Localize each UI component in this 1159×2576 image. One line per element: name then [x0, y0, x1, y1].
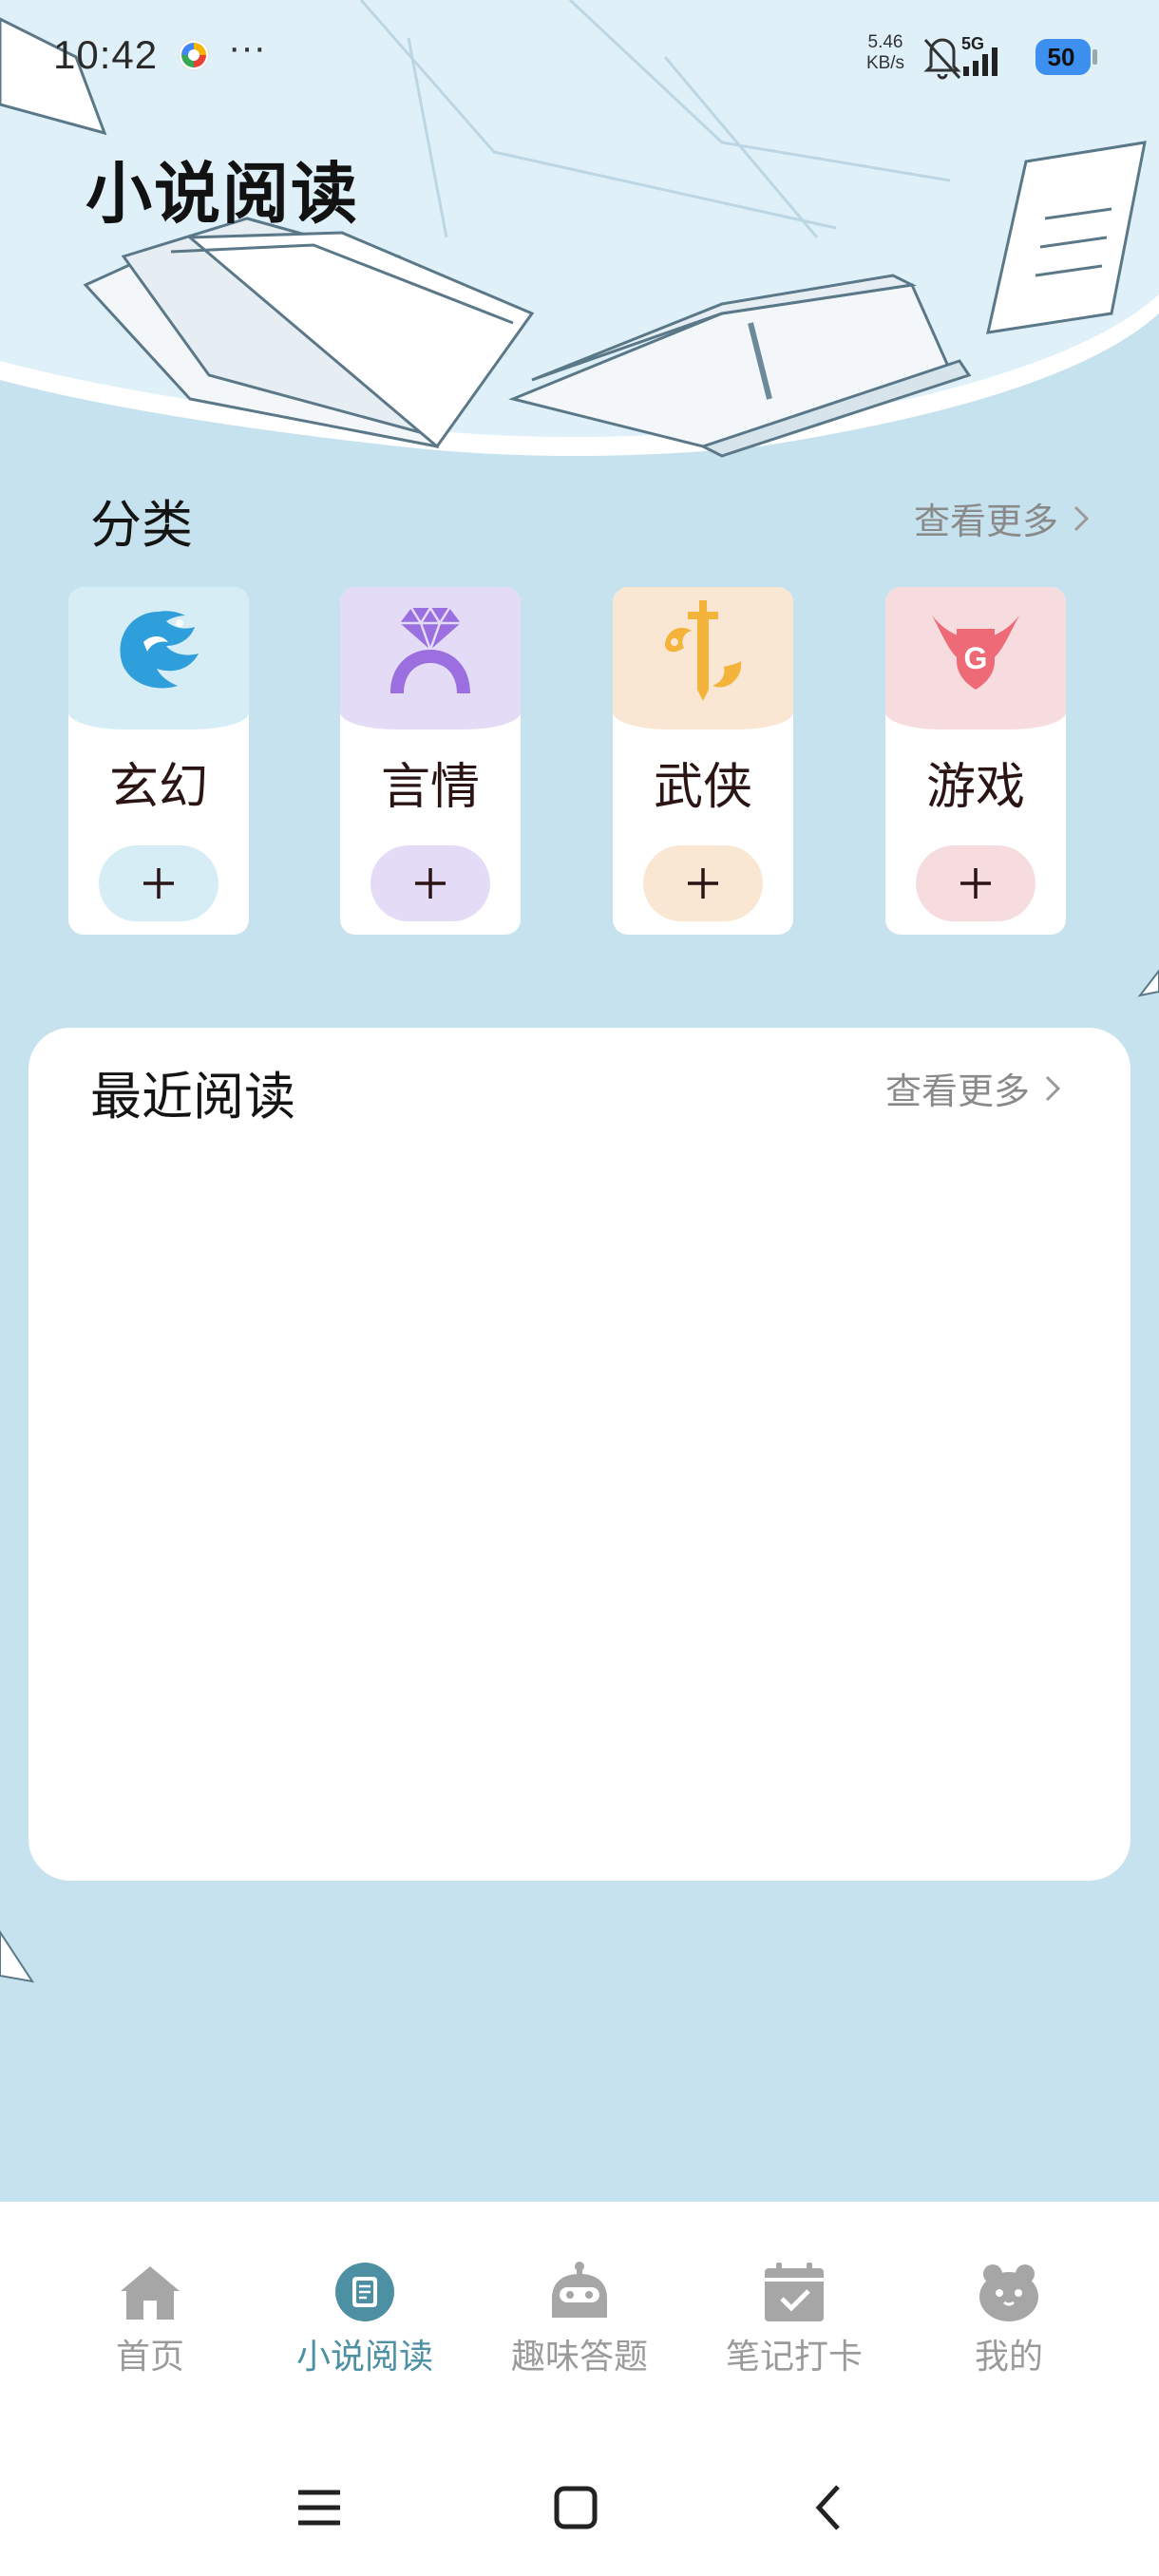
- nav-item-novel-reading[interactable]: 小说阅读: [270, 2261, 460, 2394]
- nav-label: 笔记打卡: [725, 2338, 863, 2377]
- home-icon: [121, 2266, 180, 2320]
- nav-label: 首页: [115, 2338, 184, 2377]
- signal-type-label: 5G: [961, 34, 984, 53]
- nav-item-profile[interactable]: 我的: [914, 2261, 1104, 2394]
- page-title: 小说阅读: [86, 154, 359, 233]
- status-more-indicator: ···: [228, 27, 266, 68]
- robot-icon: [552, 2262, 607, 2318]
- game-shield-icon: G: [932, 616, 1019, 690]
- plus-icon: [143, 868, 174, 899]
- add-category-button[interactable]: [916, 845, 1036, 921]
- category-card-youxi[interactable]: G 游戏: [885, 587, 1066, 935]
- calendar-check-icon: [765, 2263, 824, 2321]
- category-card-wuxia[interactable]: 武侠: [613, 587, 793, 935]
- recent-reading-title: 最近阅读: [90, 1067, 295, 1127]
- category-label: 武侠: [653, 759, 752, 816]
- nav-label: 趣味答题: [510, 2338, 648, 2377]
- nav-item-quiz[interactable]: 趣味答题: [484, 2261, 674, 2394]
- see-more-label: 查看更多: [914, 501, 1059, 542]
- category-card-xuanhuan[interactable]: 玄幻: [68, 587, 249, 935]
- status-time: 10:42: [53, 32, 159, 77]
- plus-icon: [415, 868, 446, 899]
- category-header: G: [885, 587, 1066, 729]
- book-icon: [335, 2263, 394, 2321]
- plus-icon: [960, 868, 991, 899]
- category-label: 玄幻: [108, 759, 208, 816]
- nav-label: 我的: [974, 2338, 1043, 2377]
- battery-level: 50: [1047, 43, 1075, 71]
- chevron-right-icon: [1074, 505, 1090, 531]
- network-speed: 5.46 KB/s: [857, 32, 914, 74]
- app-notification-icon: [178, 39, 210, 71]
- category-header: [340, 587, 521, 729]
- categories-see-more[interactable]: 查看更多: [914, 492, 1091, 544]
- network-speed-unit: KB/s: [865, 53, 905, 73]
- recent-reading-panel: [28, 1028, 1130, 1881]
- see-more-label: 查看更多: [885, 1070, 1031, 1112]
- nav-label: 小说阅读: [295, 2338, 433, 2377]
- paper-corner-decoration: [0, 1930, 35, 1983]
- paper-corner-decoration: [1137, 969, 1159, 997]
- nav-item-notes-checkin[interactable]: 笔记打卡: [699, 2261, 889, 2394]
- diamond-ring-icon: [390, 605, 470, 693]
- add-category-button[interactable]: [643, 845, 763, 921]
- categories-title: 分类: [90, 495, 193, 555]
- recent-see-more[interactable]: 查看更多: [885, 1062, 1062, 1114]
- menu-icon[interactable]: [281, 2470, 357, 2546]
- add-category-button[interactable]: [99, 845, 218, 921]
- sword-icon: [665, 600, 742, 701]
- network-speed-value: 5.46: [867, 32, 903, 52]
- nav-item-home[interactable]: 首页: [55, 2261, 245, 2394]
- phoenix-icon: [120, 611, 199, 689]
- plus-icon: [688, 868, 718, 899]
- category-label: 言情: [380, 759, 480, 816]
- bell-muted-icon: [923, 38, 961, 80]
- category-card-yanqing[interactable]: 言情: [340, 587, 521, 935]
- add-category-button[interactable]: [370, 845, 490, 921]
- home-square-icon[interactable]: [538, 2470, 614, 2546]
- category-label: 游戏: [925, 759, 1025, 816]
- svg-text:G: G: [964, 641, 988, 675]
- mascot-icon: [979, 2264, 1038, 2321]
- category-header: [613, 587, 793, 729]
- chevron-right-icon: [1045, 1075, 1061, 1101]
- back-icon[interactable]: [794, 2470, 870, 2546]
- category-header: [68, 587, 249, 729]
